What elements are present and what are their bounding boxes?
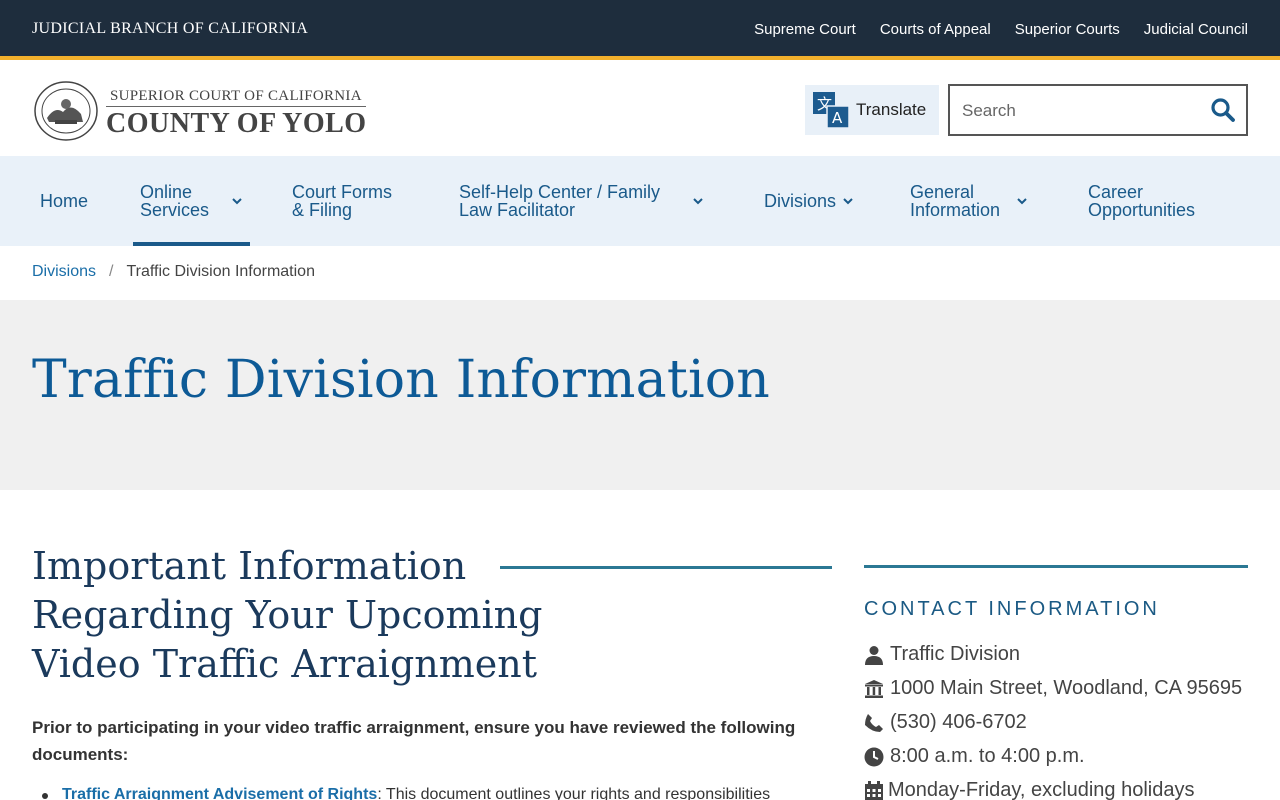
heading-divider [500,566,832,569]
top-bar: JUDICIAL BRANCH OF CALIFORNIA Supreme Co… [0,0,1280,60]
chevron-down-icon [843,198,853,205]
contact-hours: 8:00 a.m. to 4:00 p.m. [864,745,1085,768]
logo-title[interactable]: COUNTY OF YOLO [106,108,367,140]
nav-self-help[interactable]: Self-Help Center / Family Law Facilitator [459,156,704,246]
nav-self-help-line2: Law Facilitator [459,200,576,220]
nav-home[interactable]: Home [40,156,88,246]
nav-career-line2: Opportunities [1088,200,1196,220]
advisement-of-rights-link[interactable]: Traffic Arraignment Advisement of Rights [62,786,377,800]
building-icon [865,679,883,698]
top-link-superior-courts[interactable]: Superior Courts [1015,21,1120,38]
page-title: Traffic Division Information [32,350,770,410]
section-heading-line2: Regarding Your Upcoming [32,593,543,637]
user-icon [865,645,883,665]
breadcrumb: Divisions / Traffic Division Information [32,263,315,281]
court-seal-logo[interactable] [33,80,99,142]
nav-self-help-line1: Self-Help Center / Family [459,182,661,202]
contact-phone: (530) 406-6702 [864,711,1027,734]
nav-general-information[interactable]: General Information [910,156,1028,246]
chevron-down-icon [232,198,242,205]
search-input[interactable] [962,99,1202,123]
search-box [948,84,1248,136]
judicial-branch-title[interactable]: JUDICIAL BRANCH OF CALIFORNIA [32,20,308,38]
section-heading: Important Information Regarding Your Upc… [32,542,592,689]
top-link-judicial-council[interactable]: Judicial Council [1144,21,1248,38]
nav-divisions-label: Divisions [764,191,837,211]
contact-hours-text: 8:00 a.m. to 4:00 p.m. [890,745,1085,767]
logo-subtitle[interactable]: SUPERIOR COURT OF CALIFORNIA [106,88,366,107]
breadcrumb-divisions-link[interactable]: Divisions [32,263,96,281]
top-links: Supreme Court Courts of Appeal Superior … [754,21,1248,38]
translate-icon: 文 A [813,92,849,128]
calendar-icon [865,780,883,800]
nav-home-label: Home [40,191,89,211]
nav-court-forms-line1: Court Forms [292,182,393,202]
contact-days: Monday-Friday, excluding holidays [864,779,1194,800]
translate-label: Translate [856,100,927,119]
clock-icon [864,747,884,766]
sidebar-divider [864,565,1248,568]
search-icon[interactable] [1210,97,1236,123]
nav-online-services[interactable]: Online Services [132,156,251,246]
nav-career-opportunities[interactable]: Career Opportunities [1088,156,1195,246]
phone-icon [865,713,883,732]
list-item: Traffic Arraignment Advisement of Rights… [62,783,770,800]
nav-online-services-line1: Online [140,182,193,202]
contact-address: 1000 Main Street, Woodland, CA 95695 [864,677,1242,700]
intro-text: Prior to participating in your video tra… [32,718,796,764]
breadcrumb-current: Traffic Division Information [126,263,315,280]
top-link-supreme-court[interactable]: Supreme Court [754,21,856,38]
nav-court-forms-line2: & Filing [292,200,353,220]
chevron-down-icon [693,198,703,205]
section-heading-line3: Video Traffic Arraignment [32,642,538,686]
contact-division: Traffic Division [864,643,1020,666]
breadcrumb-separator: / [109,263,114,280]
nav-career-line1: Career [1088,182,1144,202]
nav-court-forms[interactable]: Court Forms & Filing [292,156,392,246]
contact-division-text: Traffic Division [890,643,1021,665]
page-hero: Traffic Division Information [0,300,1280,490]
nav-divisions[interactable]: Divisions [764,156,854,246]
chevron-down-icon [1017,198,1027,205]
contact-days-text: Monday-Friday, excluding holidays [888,779,1195,800]
nav-general-info-line1: General [910,182,975,202]
contact-information-heading: CONTACT INFORMATION [864,598,1160,620]
list-bullet [42,793,48,799]
nav-online-services-line2: Services [140,200,210,220]
nav-general-info-line2: Information [910,200,1001,220]
main-nav: Home Online Services Court Forms & Filing … [0,156,1280,246]
contact-address-text: 1000 Main Street, Woodland, CA 95695 [890,677,1243,699]
translate-button[interactable]: 文 A Translate [805,85,939,135]
list-item-text: : This document outlines your rights and… [377,786,771,800]
site-header: SUPERIOR COURT OF CALIFORNIA COUNTY OF Y… [0,64,1280,156]
contact-phone-text[interactable]: (530) 406-6702 [890,711,1027,734]
svg-text:A: A [832,109,843,127]
top-link-courts-of-appeal[interactable]: Courts of Appeal [880,21,991,38]
